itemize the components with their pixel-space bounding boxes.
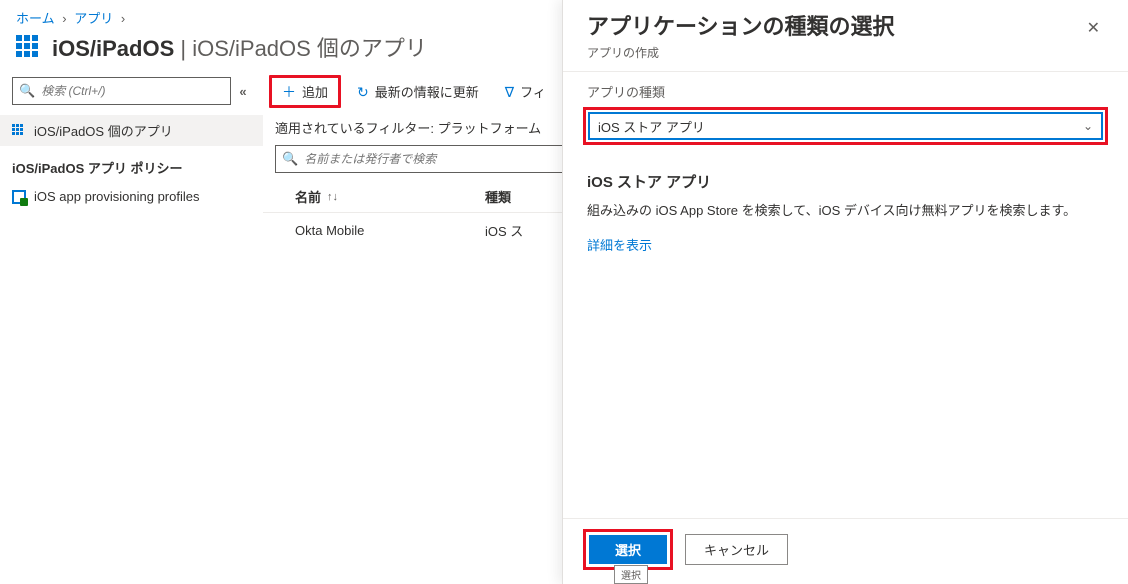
app-type-label: アプリの種類 xyxy=(563,82,1128,107)
cancel-button[interactable]: キャンセル xyxy=(685,534,788,565)
page-title-main: iOS/iPadOS xyxy=(52,36,174,61)
close-button[interactable]: ✕ xyxy=(1083,14,1104,42)
nav-section-app-policy: iOS/iPadOS アプリ ポリシー xyxy=(0,146,263,183)
filter-button[interactable]: ∇ フィ xyxy=(495,78,556,105)
filter-button-label: フィ xyxy=(520,82,546,101)
add-button[interactable]: ＋ 追加 xyxy=(272,78,338,105)
nav-search[interactable]: 🔍 xyxy=(12,77,231,105)
app-type-section-desc: 組み込みの iOS App Store を検索して、iOS デバイス向け無料アプ… xyxy=(563,200,1128,235)
plus-icon: ＋ xyxy=(282,85,296,99)
chevron-right-icon: › xyxy=(62,11,66,26)
app-type-flyout: アプリケーションの種類の選択 ✕ アプリの作成 アプリの種類 iOS ストア ア… xyxy=(562,0,1128,584)
cell-app-name: Okta Mobile xyxy=(295,221,485,240)
breadcrumb-apps[interactable]: アプリ xyxy=(74,11,113,26)
select-button[interactable]: 選択 xyxy=(589,535,667,564)
app-type-section-title: iOS ストア アプリ xyxy=(563,163,1128,200)
flyout-title: アプリケーションの種類の選択 xyxy=(587,14,1083,40)
nav-item-label: iOS app provisioning profiles xyxy=(34,189,199,204)
provisioning-profile-icon xyxy=(12,190,26,204)
refresh-button[interactable]: ↻ 最新の情報に更新 xyxy=(347,78,489,105)
divider xyxy=(563,71,1128,72)
collapse-nav-button[interactable]: « xyxy=(231,84,255,99)
nav-item-ios-apps[interactable]: iOS/iPadOS 個のアプリ xyxy=(0,115,263,146)
dropdown-value: iOS ストア アプリ xyxy=(598,117,705,136)
chevron-right-icon: › xyxy=(121,11,125,26)
refresh-button-label: 最新の情報に更新 xyxy=(375,82,479,101)
sort-icon[interactable]: ↑↓ xyxy=(327,191,338,203)
waffle-icon xyxy=(16,35,40,59)
search-icon: 🔍 xyxy=(282,151,298,167)
filter-icon: ∇ xyxy=(505,85,514,99)
breadcrumb-home[interactable]: ホーム xyxy=(16,11,55,26)
close-icon: ✕ xyxy=(1087,20,1100,37)
flyout-subtitle: アプリの作成 xyxy=(563,44,1128,71)
col-name-label[interactable]: 名前 xyxy=(295,187,321,206)
nav-item-provisioning-profiles[interactable]: iOS app provisioning profiles xyxy=(0,183,263,210)
page-title-sub: iOS/iPadOS 個のアプリ xyxy=(192,36,427,61)
refresh-icon: ↻ xyxy=(357,85,369,99)
show-details-link[interactable]: 詳細を表示 xyxy=(563,235,1128,254)
page-title-sep: | xyxy=(174,36,192,61)
nav-search-input[interactable] xyxy=(39,83,224,99)
nav-item-label: iOS/iPadOS 個のアプリ xyxy=(34,121,173,140)
app-type-dropdown[interactable]: iOS ストア アプリ ⌄ xyxy=(588,112,1103,140)
search-icon: 🔍 xyxy=(19,83,35,99)
left-nav: 🔍 « iOS/iPadOS 個のアプリ iOS/iPadOS アプリ ポリシー… xyxy=(0,71,263,584)
add-button-label: 追加 xyxy=(302,82,328,101)
tooltip-note: 選択 xyxy=(614,565,648,584)
chevron-down-icon: ⌄ xyxy=(1083,119,1093,133)
apps-grid-icon xyxy=(12,124,26,138)
